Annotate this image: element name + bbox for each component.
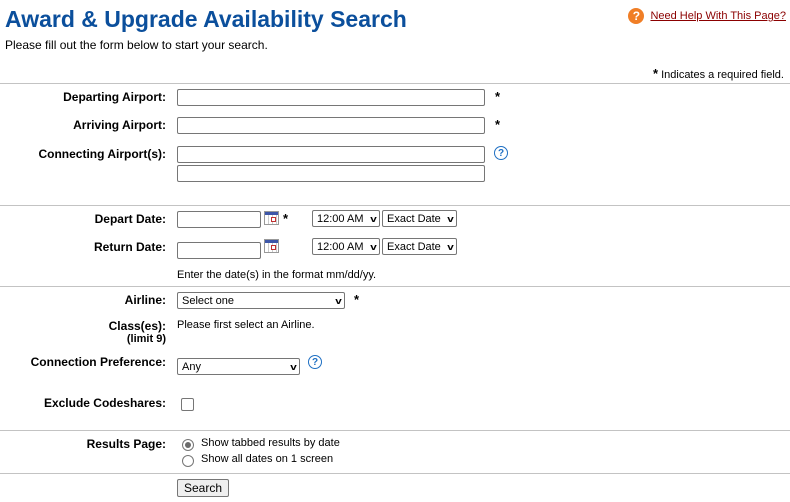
search-button[interactable]: Search: [177, 479, 230, 497]
return-time-value: 12:00 AM: [317, 240, 364, 253]
connecting-airports-label: Connecting Airport(s):: [38, 147, 166, 161]
classes-label: Class(es):: [108, 319, 166, 333]
help-link-container[interactable]: ? Need Help With This Page?: [628, 8, 786, 24]
connection-preference-value: Any: [182, 360, 201, 373]
divider: [0, 430, 790, 431]
required-note: * Indicates a required field.: [653, 66, 784, 81]
page-subtitle: Please fill out the form below to start …: [5, 38, 268, 52]
connection-help-icon[interactable]: ?: [308, 355, 322, 369]
classes-hint: Please first select an Airline.: [177, 319, 315, 331]
required-asterisk: *: [495, 117, 501, 132]
exclude-codeshares-checkbox[interactable]: [181, 398, 194, 411]
results-all-dates-label: Show all dates on 1 screen: [201, 453, 334, 465]
classes-limit: (limit 9): [126, 333, 166, 345]
return-date-input[interactable]: [177, 242, 261, 259]
chevron-down-icon: v: [447, 241, 454, 252]
chevron-down-icon: v: [370, 241, 377, 252]
calendar-icon[interactable]: [264, 211, 279, 225]
results-all-dates-radio[interactable]: [182, 455, 194, 467]
chevron-down-icon: v: [447, 213, 454, 224]
connection-preference-label: Connection Preference:: [30, 355, 166, 369]
results-page-label: Results Page:: [86, 437, 166, 451]
divider: [0, 473, 790, 474]
depart-flex-value: Exact Date: [387, 212, 441, 225]
page-title: Award & Upgrade Availability Search: [5, 6, 407, 32]
divider: [0, 286, 790, 287]
results-tabbed-label: Show tabbed results by date: [201, 437, 340, 449]
exclude-codeshares-label: Exclude Codeshares:: [43, 396, 166, 410]
connection-preference-select[interactable]: Any v: [177, 358, 300, 375]
return-flex-value: Exact Date: [387, 240, 441, 253]
return-flex-select[interactable]: Exact Date v: [382, 238, 457, 255]
required-note-text: Indicates a required field.: [661, 69, 784, 81]
depart-date-input[interactable]: [177, 211, 261, 228]
airline-select[interactable]: Select one v: [177, 292, 345, 309]
connecting-airport-input-2[interactable]: [177, 165, 485, 182]
divider: [0, 205, 790, 206]
required-asterisk: *: [354, 292, 360, 307]
chevron-down-icon: v: [370, 213, 377, 224]
date-format-hint: Enter the date(s) in the format mm/dd/yy…: [177, 269, 377, 281]
required-asterisk: *: [495, 89, 501, 104]
airline-value: Select one: [182, 294, 234, 307]
asterisk-icon: *: [652, 66, 659, 81]
arriving-airport-label: Arriving Airport:: [73, 118, 166, 132]
airline-label: Airline:: [124, 293, 166, 307]
chevron-down-icon: v: [335, 295, 342, 306]
results-tabbed-radio[interactable]: [182, 439, 194, 451]
depart-flex-select[interactable]: Exact Date v: [382, 210, 457, 227]
departing-airport-input[interactable]: [177, 89, 485, 106]
calendar-icon[interactable]: [264, 239, 279, 253]
departing-airport-label: Departing Airport:: [63, 90, 166, 104]
depart-time-value: 12:00 AM: [317, 212, 364, 225]
help-link[interactable]: Need Help With This Page?: [650, 10, 786, 22]
arriving-airport-input[interactable]: [177, 117, 485, 134]
required-asterisk: *: [283, 211, 289, 226]
divider: [0, 83, 790, 84]
chevron-down-icon: v: [290, 361, 297, 372]
depart-date-label: Depart Date:: [94, 212, 166, 226]
return-date-label: Return Date:: [93, 240, 166, 254]
question-circle-icon[interactable]: ?: [628, 8, 645, 24]
return-time-select[interactable]: 12:00 AM v: [312, 238, 380, 255]
depart-time-select[interactable]: 12:00 AM v: [312, 210, 380, 227]
connecting-airport-input-1[interactable]: [177, 146, 485, 163]
connecting-help-icon[interactable]: ?: [494, 146, 508, 160]
